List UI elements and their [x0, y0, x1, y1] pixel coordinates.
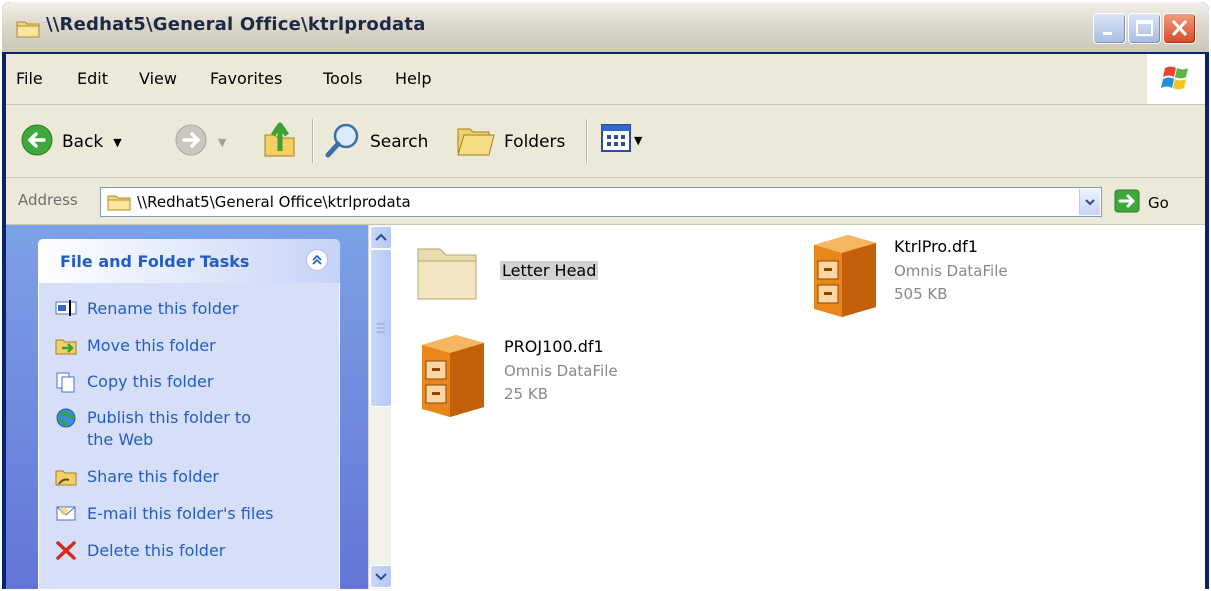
folders-icon: [456, 121, 496, 163]
menu-favorites[interactable]: Favorites: [210, 69, 282, 88]
task-label: Share this folder: [87, 467, 219, 486]
search-button[interactable]: Search: [324, 121, 428, 163]
file-cabinet-icon: [806, 231, 882, 321]
back-dropdown-icon[interactable]: ▼: [113, 136, 121, 149]
folders-button[interactable]: Folders: [456, 121, 565, 163]
scroll-thumb[interactable]: [370, 249, 392, 407]
title-bar[interactable]: \\Redhat5\General Office\ktrlprodata: [2, 2, 1209, 52]
file-size: 505 KB: [894, 285, 948, 303]
email-icon: [55, 503, 77, 527]
publish-web-icon: [55, 407, 77, 433]
share-icon: [55, 466, 77, 490]
file-cabinet-icon: [414, 331, 490, 421]
task-label: Copy this folder: [87, 372, 214, 391]
scroll-up-button[interactable]: [370, 226, 392, 249]
windows-logo-icon: [1147, 54, 1205, 104]
task-label: Move this folder: [87, 336, 216, 355]
views-icon: [601, 123, 631, 157]
task-label-line1: Publish this folder to: [87, 408, 251, 427]
menu-tools[interactable]: Tools: [323, 69, 362, 88]
search-icon: [324, 121, 362, 163]
copy-icon: [55, 371, 77, 397]
address-label: Address: [18, 191, 78, 209]
toolbar-separator: [586, 119, 588, 163]
file-type: Omnis DataFile: [504, 362, 618, 380]
menu-help[interactable]: Help: [395, 69, 431, 88]
tasks-header[interactable]: File and Folder Tasks: [38, 239, 340, 283]
forward-arrow-icon: [174, 123, 208, 161]
up-button[interactable]: [262, 119, 298, 163]
file-list: Letter Head KtrlPro.df1 Omnis DataFile 5…: [392, 225, 1205, 589]
task-email[interactable]: E-mail this folder's files: [55, 503, 274, 527]
task-label: Publish this folder to the Web: [87, 407, 251, 451]
address-dropdown-button[interactable]: [1079, 189, 1100, 215]
task-delete[interactable]: Delete this folder: [55, 540, 225, 564]
file-type: Omnis DataFile: [894, 262, 1008, 280]
close-button[interactable]: [1163, 13, 1196, 44]
back-arrow-icon: [20, 123, 54, 161]
forward-button[interactable]: ▼: [174, 123, 226, 161]
delete-icon: [55, 540, 77, 564]
go-button[interactable]: Go: [1114, 189, 1169, 217]
folder-icon: [414, 237, 482, 311]
minimize-button[interactable]: [1093, 13, 1126, 44]
up-folder-icon: [262, 119, 298, 163]
tasks-title: File and Folder Tasks: [60, 252, 250, 271]
rename-icon: [55, 298, 77, 322]
address-bar: Address \\Redhat5\General Office\ktrlpro…: [6, 178, 1205, 225]
standard-toolbar: Back ▼ ▼ Search Folders ▼: [6, 105, 1205, 178]
back-label: Back: [62, 132, 104, 152]
go-label: Go: [1148, 194, 1169, 212]
folder-icon: [16, 18, 40, 42]
task-share[interactable]: Share this folder: [55, 466, 219, 490]
back-button[interactable]: Back ▼: [20, 123, 122, 161]
window-title: \\Redhat5\General Office\ktrlprodata: [46, 14, 426, 35]
file-folder-tasks-panel: File and Folder Tasks Rename this folder…: [38, 239, 340, 589]
collapse-chevron-icon[interactable]: [306, 249, 328, 271]
menu-file[interactable]: File: [16, 69, 43, 88]
task-label: Rename this folder: [87, 299, 239, 318]
task-move[interactable]: Move this folder: [55, 335, 216, 359]
task-label: E-mail this folder's files: [87, 504, 274, 523]
file-size: 25 KB: [504, 385, 548, 403]
task-publish[interactable]: Publish this folder to the Web: [55, 407, 251, 451]
scroll-down-button[interactable]: [370, 565, 392, 588]
forward-dropdown-icon[interactable]: ▼: [218, 136, 226, 149]
views-button[interactable]: ▼: [601, 123, 642, 157]
file-name: KtrlPro.df1: [894, 237, 978, 256]
task-pane: File and Folder Tasks Rename this folder…: [6, 225, 368, 589]
search-label: Search: [370, 132, 429, 152]
task-label-line2: the Web: [87, 430, 154, 449]
folder-icon: [107, 193, 131, 215]
task-label: Delete this folder: [87, 541, 226, 560]
menu-bar: File Edit View Favorites Tools Help: [6, 54, 1205, 105]
tasks-list: Rename this folder Move this folder Copy…: [38, 283, 340, 589]
explorer-window: \\Redhat5\General Office\ktrlprodata Fil…: [2, 2, 1209, 589]
task-rename[interactable]: Rename this folder: [55, 298, 238, 322]
task-pane-scrollbar[interactable]: [368, 225, 392, 589]
go-arrow-icon: [1114, 189, 1140, 217]
content-area: File and Folder Tasks Rename this folder…: [6, 225, 1205, 589]
address-value: \\Redhat5\General Office\ktrlprodata: [137, 193, 411, 211]
views-dropdown-icon[interactable]: ▼: [634, 134, 642, 147]
menu-edit[interactable]: Edit: [77, 69, 108, 88]
folders-label: Folders: [504, 132, 566, 152]
maximize-button[interactable]: [1128, 13, 1161, 44]
address-input[interactable]: \\Redhat5\General Office\ktrlprodata: [100, 187, 1102, 217]
menu-view[interactable]: View: [139, 69, 177, 88]
file-name: Letter Head: [500, 261, 599, 280]
file-name: PROJ100.df1: [504, 337, 604, 356]
task-copy[interactable]: Copy this folder: [55, 371, 213, 397]
move-icon: [55, 335, 77, 359]
toolbar-separator: [312, 119, 314, 163]
